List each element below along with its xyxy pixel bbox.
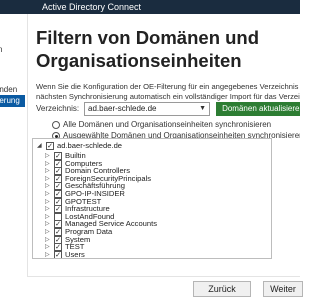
tree-item-label: Users [65,249,85,259]
sidebar-item-ou-filtering[interactable]: -Filterung [0,95,25,107]
sidebar: n erbinden -Filterung ires [0,14,25,300]
expand-icon[interactable]: ▷ [45,153,52,160]
expand-icon[interactable]: ▷ [45,191,52,198]
expand-icon[interactable]: ▷ [45,237,52,244]
directory-value: ad.baer-schlede.de [88,104,157,113]
expand-icon[interactable]: ▷ [45,221,52,228]
next-button[interactable]: Weiter [263,281,303,297]
page-title: Filtern von Domänen und Organisationsein… [36,27,260,71]
ou-tree: ◢ ✓ ad.baer-schlede.de ▷ ✓ Builtin ▷ ✓ Comput… [32,138,272,259]
expand-icon[interactable]: ▷ [45,229,52,236]
expand-icon[interactable]: ▷ [45,183,52,190]
expand-icon[interactable]: ▷ [45,206,52,213]
expand-icon[interactable]: ▷ [45,161,52,168]
footer: Zurück Weiter [27,276,303,300]
expand-icon[interactable]: ▷ [45,168,52,175]
directory-row: Verzeichnis: ad.baer-schlede.de ▼ Domäne… [36,102,300,116]
expand-icon[interactable]: ▷ [45,244,52,251]
collapse-icon[interactable]: ◢ [37,143,44,150]
directory-select[interactable]: ad.baer-schlede.de ▼ [84,102,210,116]
tree-root-checkbox[interactable]: ✓ [46,142,54,150]
page-description: Wenn Sie die Konfiguration der OE-Filter… [36,82,300,101]
expand-icon[interactable]: ▷ [45,199,52,206]
tree-item-checkbox[interactable]: ✓ [54,250,62,258]
chevron-down-icon: ▼ [199,105,206,112]
window-title: Active Directory Connect [42,2,142,12]
radio-button[interactable] [52,121,60,129]
back-button[interactable]: Zurück [193,281,251,297]
sidebar-item-optional[interactable]: ires [0,109,13,121]
expand-icon[interactable]: ▷ [45,176,52,183]
refresh-domains-button[interactable]: Domänen aktualisieren [216,102,300,116]
expand-icon[interactable]: ▷ [45,214,52,221]
sidebar-item-0[interactable]: n [0,44,4,56]
expand-icon[interactable]: ▷ [45,252,52,258]
window-title-bar: Active Directory Connect [0,0,300,14]
directory-label: Verzeichnis: [36,104,80,113]
